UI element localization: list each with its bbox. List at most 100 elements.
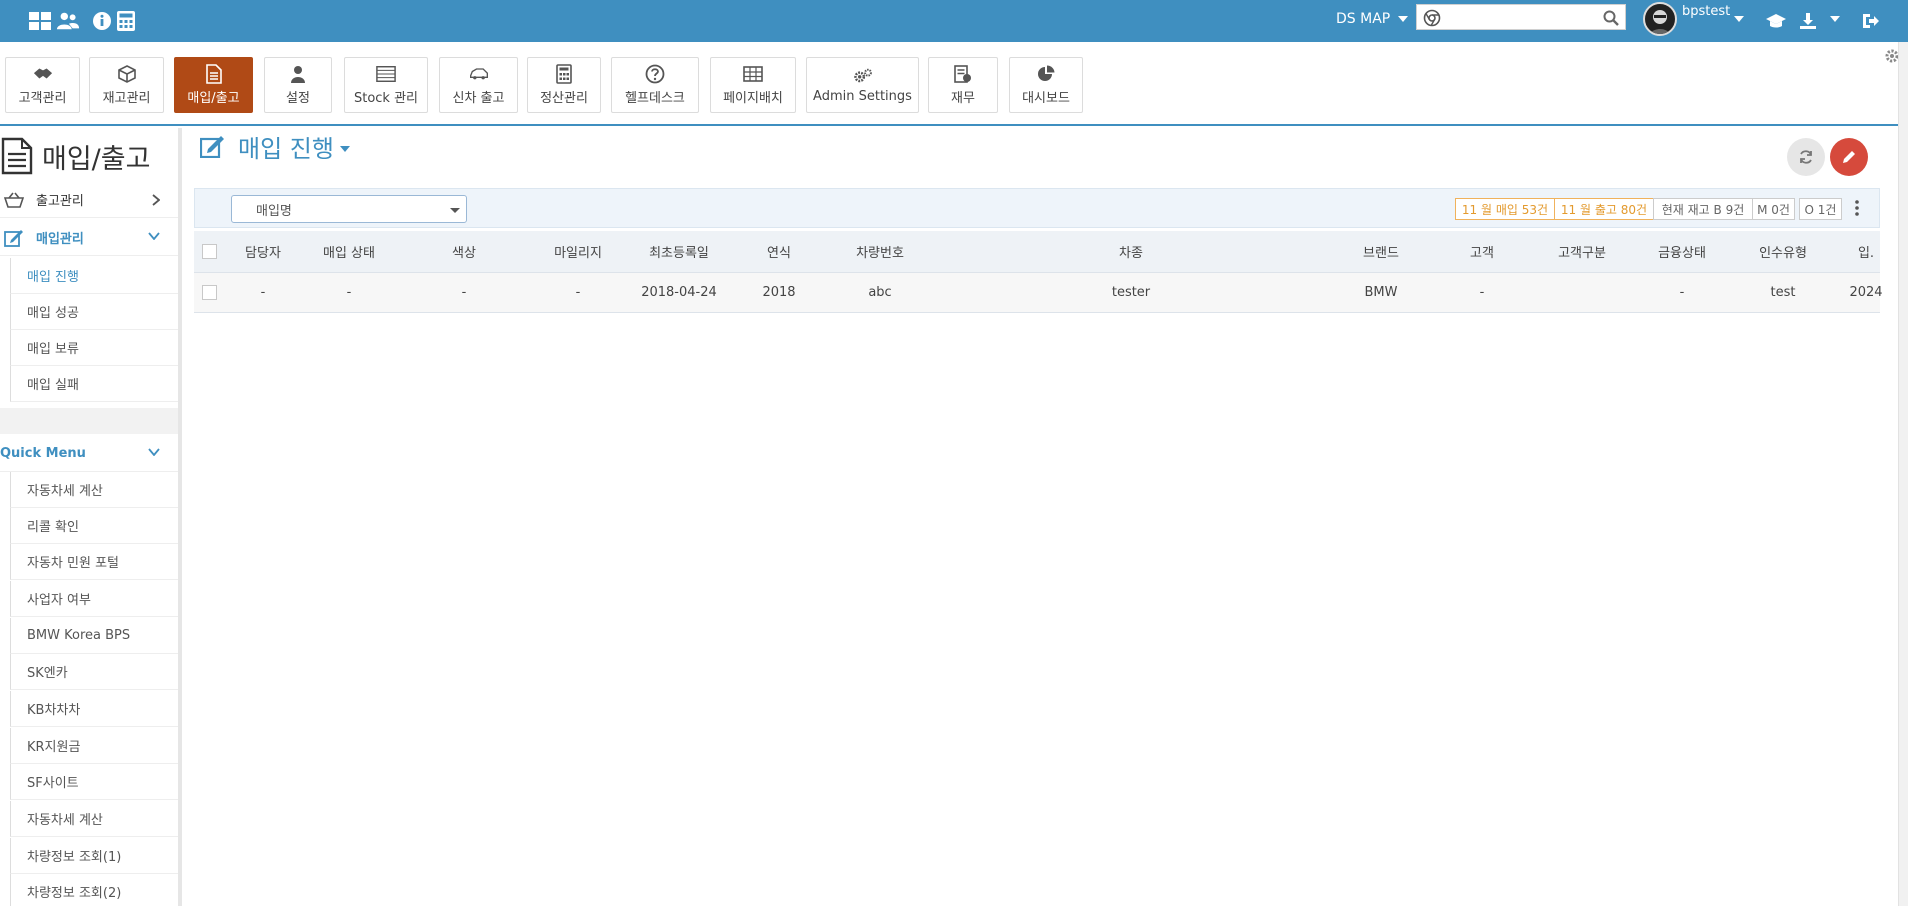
page-title: 매입 진행 — [200, 128, 350, 164]
module-label: 설정 — [286, 90, 310, 106]
username[interactable]: bpstest — [1682, 4, 1730, 19]
download-caret-down-icon[interactable] — [1830, 15, 1840, 23]
module-customer-button[interactable]: 고객관리 — [5, 57, 80, 113]
page-scrollbar[interactable] — [1898, 42, 1908, 906]
column-header[interactable]: 차량번호 — [856, 231, 904, 272]
module-dashboard-button[interactable]: 대시보드 — [1009, 57, 1083, 113]
badge-monthly-delivery[interactable]: 11 월 출고 80건 — [1554, 198, 1654, 220]
quick-item[interactable]: 자동차세 계산 — [10, 801, 178, 837]
sidebar-section-delivery[interactable]: 출고관리 — [0, 182, 178, 218]
badge-monthly-purchase[interactable]: 11 월 매입 53건 — [1455, 198, 1555, 220]
module-newcar-button[interactable]: 신차 출고 — [439, 57, 518, 113]
users-icon[interactable] — [56, 9, 80, 33]
calculator-icon — [554, 63, 574, 84]
table-cell: - — [260, 285, 266, 300]
title-caret-down-icon[interactable] — [339, 145, 350, 153]
refresh-icon — [1800, 150, 1812, 164]
column-header[interactable]: 인수유형 — [1759, 231, 1807, 272]
module-admin-settings-button[interactable]: Admin Settings — [806, 57, 919, 113]
module-finance-button[interactable]: 재무 — [928, 57, 998, 113]
module-settings-button[interactable]: 설정 — [264, 57, 332, 113]
quick-item[interactable]: 차량정보 조회(2) — [10, 874, 178, 906]
search-input[interactable] — [1445, 7, 1595, 27]
download-icon[interactable] — [1796, 9, 1820, 33]
edit-button[interactable] — [1830, 138, 1868, 176]
table-row[interactable]: - - - - 2018-04-24 2018 abc tester BMW -… — [194, 273, 1883, 313]
select-caret-icon — [450, 208, 460, 213]
info-icon[interactable] — [90, 9, 114, 33]
module-helpdesk-button[interactable]: 헬프데스크 — [611, 57, 699, 113]
chevron-right-icon — [152, 194, 160, 206]
badge-current-stock-b[interactable]: 현재 재고 B 9건 — [1653, 198, 1753, 220]
select-all-checkbox[interactable] — [202, 244, 217, 259]
sidebar-section-purchase[interactable]: 매입관리 — [0, 220, 178, 256]
module-label: 페이지배치 — [723, 90, 783, 106]
table-cell-link[interactable]: test — [1771, 273, 1796, 312]
module-label: 재무 — [951, 90, 975, 106]
calculator-icon[interactable] — [114, 9, 138, 33]
module-label: 헬프데스크 — [625, 90, 685, 106]
filter-bar: 매입명 11 월 매입 53건 11 월 출고 80건 현재 재고 B 9건 M… — [194, 188, 1880, 228]
quick-item[interactable]: 차량정보 조회(1) — [10, 838, 178, 874]
quick-item[interactable]: 리콜 확인 — [10, 508, 178, 544]
module-purchase-button[interactable]: 매입/출고 — [174, 57, 253, 113]
purchase-name-select[interactable]: 매입명 — [231, 195, 467, 223]
dashboard-grid-icon[interactable] — [28, 9, 52, 33]
more-options-icon[interactable] — [1855, 199, 1859, 217]
badge-stock-m[interactable]: M 0건 — [1752, 198, 1795, 220]
column-header[interactable]: 입. — [1858, 231, 1874, 272]
sidebar-item-purchase-fail[interactable]: 매입 실패 — [10, 366, 178, 402]
column-header[interactable]: 차종 — [1119, 231, 1143, 272]
logout-icon[interactable] — [1858, 9, 1882, 33]
quick-menu-header[interactable]: Quick Menu — [0, 436, 178, 472]
module-label: Stock 관리 — [353, 90, 419, 106]
search-icon[interactable] — [1603, 10, 1619, 26]
sidebar-title-text: 매입/출고 — [42, 143, 151, 175]
quick-item[interactable]: 자동차세 계산 — [10, 472, 178, 508]
quick-item[interactable]: SK엔카 — [10, 654, 178, 690]
column-header[interactable]: 금융상태 — [1658, 231, 1706, 272]
column-header[interactable]: 최초등록일 — [649, 231, 709, 272]
module-pagelayout-button[interactable]: 페이지배치 — [710, 57, 796, 113]
column-header[interactable]: 담당자 — [245, 231, 281, 272]
table-cell-link[interactable]: abc — [868, 273, 891, 312]
sidebar-item-purchase-success[interactable]: 매입 성공 — [10, 294, 178, 330]
quick-item[interactable]: 사업자 여부 — [10, 581, 178, 617]
quick-item[interactable]: 자동차 민원 포털 — [10, 544, 178, 580]
module-label: Admin Settings — [813, 88, 912, 104]
quick-item[interactable]: BMW Korea BPS — [10, 618, 178, 654]
search-field[interactable] — [1416, 4, 1626, 30]
chevron-down-icon — [148, 232, 160, 240]
row-checkbox[interactable] — [202, 285, 217, 300]
column-header[interactable]: 매입 상태 — [323, 231, 375, 272]
column-header[interactable]: 고객구분 — [1558, 231, 1606, 272]
table-cell: - — [1479, 285, 1485, 300]
quick-item[interactable]: SF사이트 — [10, 764, 178, 800]
table-cell-link[interactable]: BMW — [1365, 273, 1398, 312]
building-icon — [376, 65, 396, 83]
column-header[interactable]: 연식 — [767, 231, 791, 272]
sidebar-item-purchase-hold[interactable]: 매입 보류 — [10, 330, 178, 366]
column-header[interactable]: 마일리지 — [554, 231, 602, 272]
table-cell-link[interactable]: tester — [1112, 273, 1150, 312]
handshake-icon — [33, 65, 53, 83]
sidebar-item-purchase-progress[interactable]: 매입 진행 — [10, 258, 178, 294]
module-inventory-button[interactable]: 재고관리 — [89, 57, 164, 113]
avatar[interactable] — [1643, 2, 1677, 36]
column-header[interactable]: 색상 — [452, 231, 476, 272]
graduation-cap-icon[interactable] — [1764, 9, 1788, 33]
badge-stock-o[interactable]: O 1건 — [1799, 198, 1842, 220]
column-header[interactable]: 브랜드 — [1363, 231, 1399, 272]
module-settlement-button[interactable]: 정산관리 — [527, 57, 601, 113]
help-icon — [645, 64, 665, 83]
ds-map-label: DS MAP — [1336, 11, 1391, 27]
ds-map-menu[interactable]: DS MAP — [1336, 11, 1408, 27]
column-header[interactable]: 고객 — [1470, 231, 1494, 272]
refresh-button[interactable] — [1787, 138, 1825, 176]
user-caret-down-icon[interactable] — [1734, 15, 1744, 23]
sidebar-section-label: 매입관리 — [36, 232, 84, 247]
pie-chart-icon — [1036, 64, 1056, 83]
quick-item[interactable]: KB차차차 — [10, 691, 178, 727]
quick-item[interactable]: KR지원금 — [10, 728, 178, 764]
module-stock-button[interactable]: Stock 관리 — [344, 57, 428, 113]
